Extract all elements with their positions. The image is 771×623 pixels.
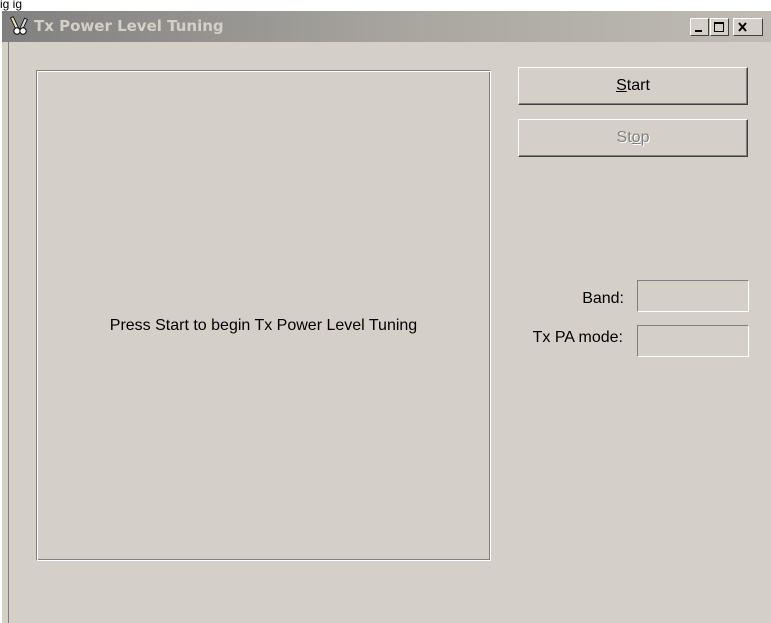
stop-label-suffix: p: [640, 129, 650, 146]
tx-power-level-tuning-window: Tx Power Level Tuning Press Start to beg…: [0, 11, 771, 623]
start-label: tart: [626, 77, 650, 94]
stop-mnemonic: o: [631, 129, 641, 146]
background-text-fragment: ig ig: [0, 0, 771, 11]
band-label: Band:: [582, 290, 624, 307]
start-mnemonic: S: [616, 77, 627, 94]
stop-label-prefix: St: [616, 129, 632, 146]
maximize-button[interactable]: [710, 18, 729, 36]
window-title: Tx Power Level Tuning: [34, 17, 224, 35]
title-bar[interactable]: Tx Power Level Tuning: [2, 11, 771, 42]
minimize-icon: [695, 30, 702, 32]
start-button[interactable]: Start: [518, 67, 748, 105]
tx-pa-mode-field[interactable]: [637, 325, 749, 357]
band-field[interactable]: [637, 280, 749, 312]
wrench-screwdriver-icon[interactable]: [10, 16, 30, 36]
stop-button[interactable]: Stop: [518, 119, 748, 157]
maximize-icon: [714, 22, 724, 32]
close-icon: [738, 22, 747, 32]
tx-pa-mode-label: Tx PA mode:: [532, 329, 623, 346]
minimize-button[interactable]: [690, 18, 709, 36]
close-button[interactable]: [733, 18, 763, 36]
tuning-status-panel: Press Start to begin Tx Power Level Tuni…: [36, 70, 491, 561]
status-message: Press Start to begin Tx Power Level Tuni…: [109, 317, 418, 334]
